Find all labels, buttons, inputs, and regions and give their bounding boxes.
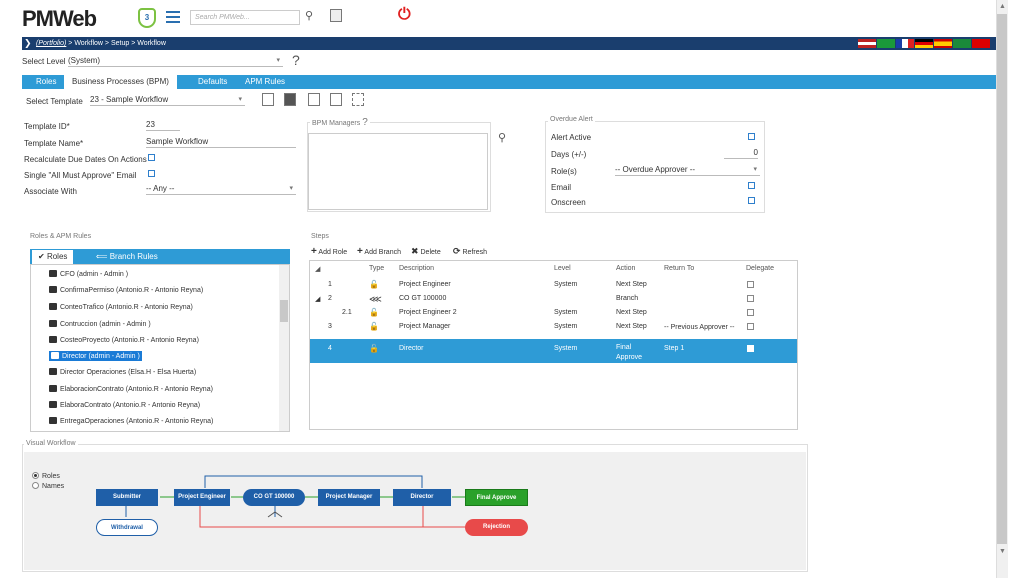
node-final-approve[interactable]: Final Approve: [465, 489, 528, 506]
node-rejection[interactable]: Rejection: [465, 519, 528, 536]
node-project-manager[interactable]: Project Manager: [318, 489, 380, 506]
node-director[interactable]: Director: [393, 489, 451, 506]
node-project-engineer[interactable]: Project Engineer: [174, 489, 230, 506]
node-co-branch[interactable]: CO GT 100000: [243, 489, 305, 506]
node-submitter[interactable]: Submitter: [96, 489, 158, 506]
node-withdrawal[interactable]: Withdrawal: [96, 519, 158, 536]
